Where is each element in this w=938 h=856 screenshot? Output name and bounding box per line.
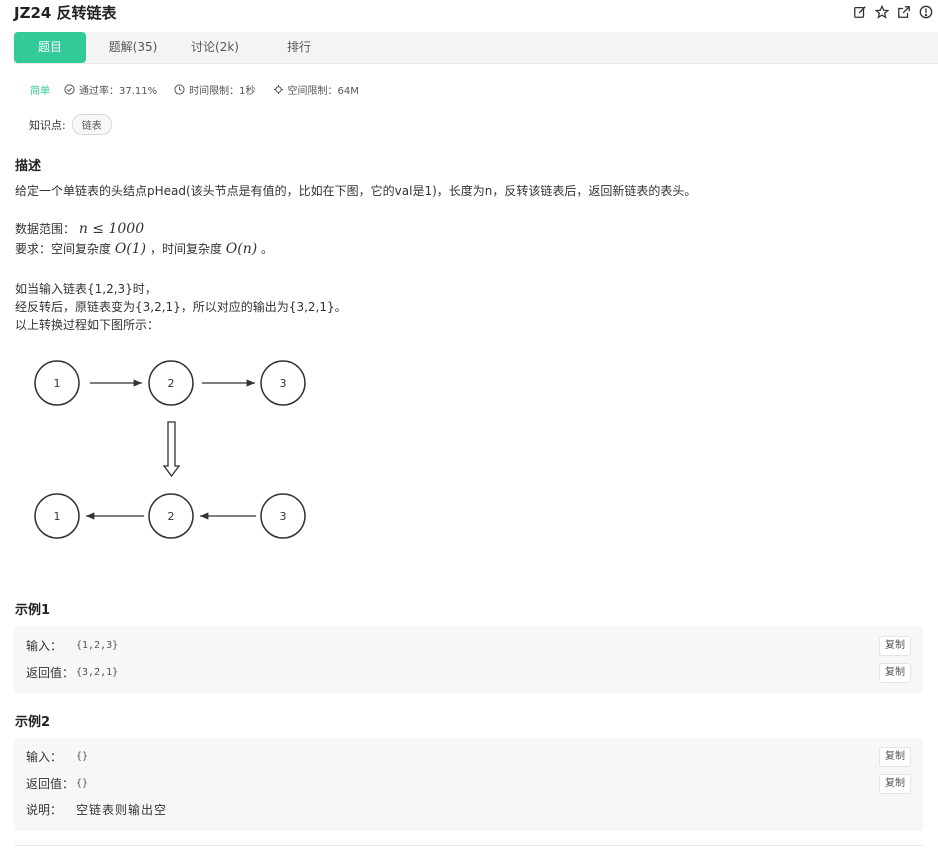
edit-icon[interactable] [852,4,868,20]
example2-input-value[interactable]: {} [76,751,88,762]
example-explain-line3: 以上转换过程如下图所示： [15,318,160,332]
req-suffix: 。 [257,242,274,256]
requirement: 要求：空间复杂度 O(1) ，时间复杂度 O(n) 。 [15,240,273,257]
example1-heading: 示例1 [15,603,51,618]
description-text: 给定一个单链表的头结点pHead(该头节点是有值的，比如在下图，它的val是1)… [15,184,697,198]
tab-bar: 题目 题解(35) 讨论(2k) 排行 [14,32,938,64]
tab-discussion[interactable]: 讨论(2k) [180,32,250,64]
top-node-3-label: 3 [280,377,287,390]
bottom-divider [14,845,923,846]
knowledge-points: 知识点: 链表 [29,114,112,135]
data-range-label: 数据范围： [15,222,76,236]
difficulty-badge: 简单 [30,85,50,97]
share-icon[interactable] [896,4,912,20]
check-circle-icon [64,83,75,95]
example2-explain-row: 说明： 空链表则输出空 [26,799,167,819]
time-limit-text: 时间限制：1秒 [189,85,256,97]
example1-output-label: 返回值： [26,665,75,680]
example2-explain-value: 空链表则输出空 [76,802,168,817]
info-icon[interactable] [918,4,934,20]
bottom-node-2-label: 2 [168,510,175,523]
example1-input-label: 输入： [26,638,63,653]
req-time-math: O(n) [225,241,258,257]
example2-input-copy-button[interactable]: 复制 [879,747,911,767]
example2-output-label: 返回值： [26,776,75,791]
example2-heading: 示例2 [15,715,51,730]
tag-linked-list[interactable]: 链表 [71,114,112,135]
example-explain-line1: 如当输入链表{1,2,3}时， [15,282,157,296]
example1-output-copy-button[interactable]: 复制 [879,663,911,683]
top-node-1-label: 1 [54,377,61,390]
data-range: 数据范围： n ≤ 1000 [15,220,144,237]
tab-solutions[interactable]: 题解(35) [98,32,168,64]
description-heading: 描述 [15,159,42,174]
example2-explain-label: 说明： [26,802,63,817]
example1-input-row: 输入： {1,2,3} [26,635,118,655]
memory-icon [273,84,283,94]
reverse-diagram: 1 2 3 1 2 3 [34,360,306,539]
bottom-node-1-label: 1 [54,510,61,523]
space-limit: 空间限制：64M [273,82,359,97]
top-node-2-label: 2 [168,377,175,390]
problem-header: JZ24 反转链表 [0,0,938,30]
req-mid: ，时间复杂度 [146,242,226,256]
star-icon[interactable] [874,4,890,20]
clock-icon [174,83,185,95]
problem-title: JZ24 反转链表 [14,4,117,22]
knowledge-label: 知识点: [29,118,66,132]
pass-rate: 通过率：37.11% [64,82,157,97]
req-space-math: O(1) [114,241,147,257]
example1-output-row: 返回值： {3,2,1} [26,662,118,682]
example2-box: 输入： {} 复制 返回值： {} 复制 说明： 空链表则输出空 [14,738,923,831]
example2-input-row: 输入： {} [26,746,88,766]
transform-arrow [162,421,181,478]
pass-rate-text: 通过率：37.11% [79,85,158,97]
req-prefix: 要求：空间复杂度 [15,242,115,256]
example1-input-copy-button[interactable]: 复制 [879,636,911,656]
bottom-node-3-label: 3 [280,510,287,523]
problem-meta: 简单 通过率：37.11% 时间限制：1秒 空间限制：64M [30,80,376,98]
example2-output-row: 返回值： {} [26,773,88,793]
data-range-math: n ≤ 1000 [78,221,145,237]
time-limit: 时间限制：1秒 [174,82,256,97]
example2-output-copy-button[interactable]: 复制 [879,774,911,794]
example-explain-line2: 经反转后，原链表变为{3,2,1}，所以对应的输出为{3,2,1}。 [15,300,347,314]
example1-output-value[interactable]: {3,2,1} [76,667,118,678]
example2-input-label: 输入： [26,749,63,764]
example1-input-value[interactable]: {1,2,3} [76,640,118,651]
example2-output-value[interactable]: {} [76,778,88,789]
header-actions [852,4,934,20]
tab-problem[interactable]: 题目 [14,32,86,63]
space-limit-text: 空间限制：64M [287,85,359,97]
tab-ranking[interactable]: 排行 [264,32,334,64]
example1-box: 输入： {1,2,3} 复制 返回值： {3,2,1} 复制 [14,626,923,693]
